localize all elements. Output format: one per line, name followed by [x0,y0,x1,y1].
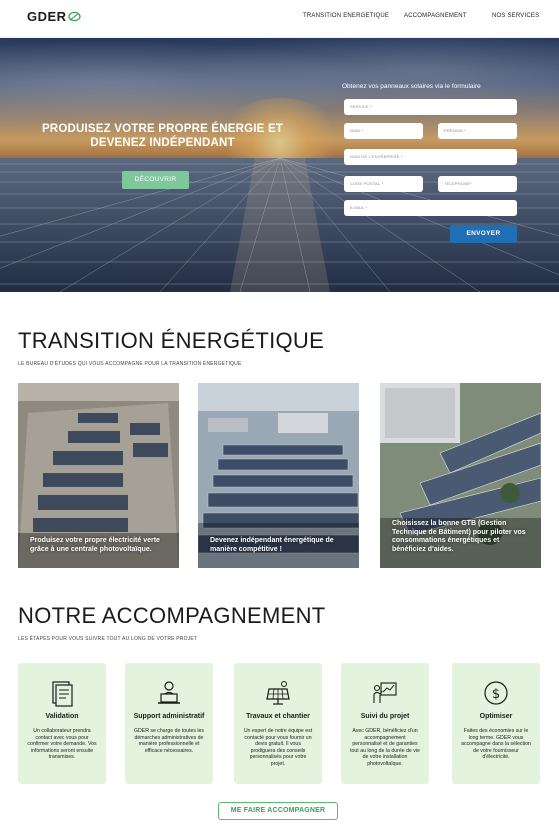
document-icon [52,681,73,707]
service-field[interactable] [344,99,517,115]
logo[interactable]: GDER [27,9,81,24]
step-text: Faites des économies sur le long terme. … [461,728,531,761]
photo-card-gtb[interactable]: Choisissez la bonne GTB (Gestion Techniq… [380,383,541,568]
send-button[interactable]: ENVOYER [450,225,517,243]
step-card-optimiser: $ Optimiser Faites des économies sur le … [452,663,540,784]
step-card-validation: Validation Un collaborateur prendra cont… [18,663,106,784]
site-header: GDER TRANSITION ENERGETIQUE ACCOMPAGNEME… [0,0,559,38]
hero-overlay [0,38,559,292]
step-title: Validation [45,713,79,720]
prenom-field[interactable] [438,123,517,139]
laptop-user-icon [158,681,180,704]
step-text: GDER se charge de toutes les démarches a… [133,728,205,754]
step-card-support: Support administratif GDER se charge de … [125,663,213,784]
discover-button[interactable]: DÉCOUVRIR [122,171,189,189]
form-title: Obtenez vos panneaux solaires via le for… [342,83,481,90]
code-postal-field[interactable] [344,176,423,192]
photo-caption: Choisissez la bonne GTB (Gestion Techniq… [392,520,526,553]
accompany-me-button[interactable]: ME FAIRE ACCOMPAGNER [218,802,338,820]
svg-text:$: $ [492,687,500,702]
solar-panel-icon [266,681,290,705]
dollar-coin-icon: $ [484,681,508,705]
step-card-travaux: Travaux et chantier Un expert de notre é… [234,663,322,784]
nav-accompagnement[interactable]: ACCOMPAGNEMENT [404,13,467,19]
step-text: Un expert de notre équipe est contacté p… [243,728,313,767]
hero-title: PRODUISEZ VOTRE PROPRE ÉNERGIE ET DEVENE… [41,123,284,149]
photo-caption: Devenez indépendant énergétique de maniè… [210,537,334,553]
accompagnement-title: NOTRE ACCOMPAGNEMENT [18,603,326,628]
presentation-chart-icon [373,682,397,703]
email-field[interactable] [344,200,517,216]
step-text: Un collaborateur prendra contact avec vo… [27,728,97,761]
transition-title: TRANSITION ÉNERGÉTIQUE [18,328,325,353]
step-title: Support administratif [133,713,205,720]
transition-subtitle: LE BUREAU D'ÉTUDES QUI VOUS ACCOMPAGNE P… [18,361,242,367]
step-title: Optimiser [479,713,513,720]
telephone-field[interactable] [438,176,517,192]
hero-section: PRODUISEZ VOTRE PROPRE ÉNERGIE ET DEVENE… [0,38,559,292]
accompagnement-subtitle: LES ÉTAPES POUR VOUS SUIVRE TOUT AU LONG… [18,636,198,642]
nav-transition[interactable]: TRANSITION ENERGETIQUE [303,13,389,19]
photo-card-rooftop[interactable]: Produisez votre propre électricité verte… [18,383,179,568]
nav-services[interactable]: NOS SERVICES [492,13,539,19]
photo-caption: Produisez votre propre électricité verte… [30,537,160,553]
entreprise-field[interactable] [344,149,517,165]
step-title: Suivi du projet [360,713,410,720]
logo-text: GDER [27,9,67,24]
leaf-icon [67,11,81,22]
step-text: Avec GDER, bénéficiez d'un accompagnemen… [350,728,420,767]
nom-field[interactable] [344,123,423,139]
step-card-suivi: Suivi du projet Avec GDER, bénéficiez d'… [341,663,429,784]
photo-card-carport[interactable]: Devenez indépendant énergétique de maniè… [198,383,359,568]
step-title: Travaux et chantier [246,713,310,720]
